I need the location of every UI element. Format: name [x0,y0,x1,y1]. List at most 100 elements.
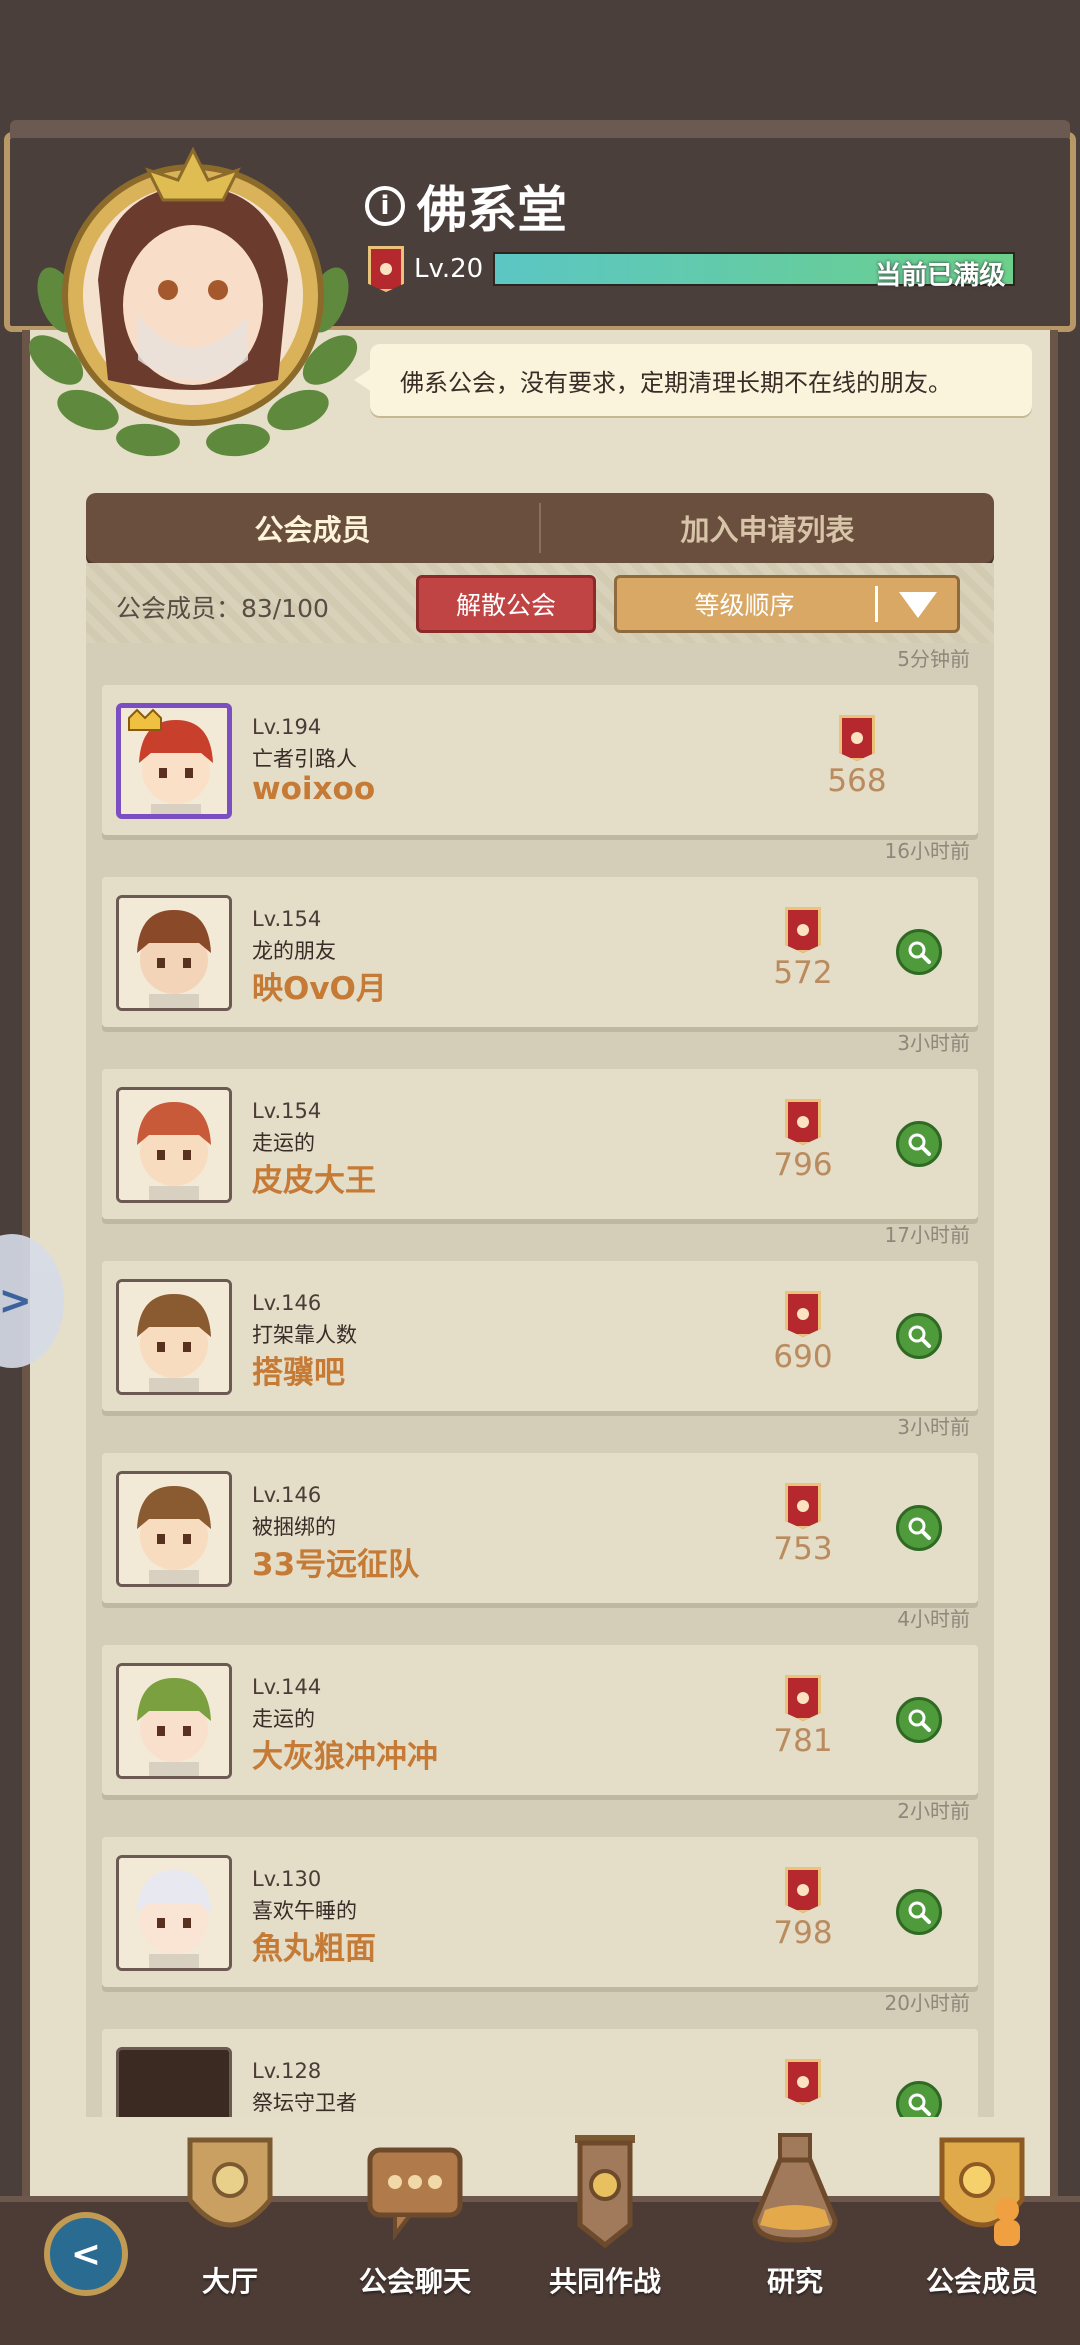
member-row[interactable]: Lv.146 被捆绑的 33号远征队 753 [102,1453,978,1603]
search-icon [908,1901,931,1924]
search-icon [908,1709,931,1732]
disband-guild-button[interactable]: 解散公会 [416,575,596,633]
pixel-character-icon [119,898,229,1008]
last-online-time: 2小时前 [897,1799,970,1823]
nav-item-joint-battle[interactable]: 共同作战 [535,2120,675,2320]
pixel-character-icon [119,1666,229,1776]
member-name: 33号远征队 [252,1547,420,1583]
view-member-button[interactable] [896,1889,942,1935]
member-level: Lv.146 [252,1291,322,1315]
last-online-time: 20小时前 [884,1991,970,2015]
view-member-button[interactable] [896,929,942,975]
member-count: 公会成员：83/100 [116,594,329,623]
member-row[interactable]: Lv.128 祭坛守卫者 [102,2029,978,2117]
member-title: 祭坛守卫者 [252,2091,357,2115]
member-title: 龙的朋友 [252,939,336,963]
nav-label-guild-members: 公会成员 [925,2265,1038,2298]
member-avatar[interactable] [116,703,232,819]
back-button[interactable]: < [44,2212,128,2296]
member-contribution [748,2059,858,2107]
member-avatar[interactable] [116,1471,232,1587]
guild-banner-icon [785,1483,821,1529]
member-avatar[interactable] [116,895,232,1011]
member-contribution-value: 798 [773,1915,833,1951]
search-icon [908,2093,931,2116]
member-level: Lv.144 [252,1675,322,1699]
guild-title: i 佛系堂 [365,170,567,242]
nav-item-guild-chat[interactable]: 公会聊天 [345,2120,485,2320]
member-avatar[interactable] [116,1087,232,1203]
member-contribution-value: 568 [827,763,887,799]
guild-banner-icon [785,1291,821,1337]
guild-banner-icon [785,1099,821,1145]
guild-banner-icon [785,907,821,953]
member-level: Lv.154 [252,907,322,931]
member-title: 打架靠人数 [252,1323,357,1347]
nav-item-hall[interactable]: 大厅 [160,2120,300,2320]
tab-join-requests[interactable]: 加入申请列表 [541,493,994,563]
pixel-character-icon [119,1282,229,1392]
member-contribution-value: 753 [773,1531,833,1567]
view-member-button[interactable] [896,1697,942,1743]
member-contribution: 568 [802,715,912,799]
member-tabs: 公会成员 加入申请列表 [86,493,994,563]
laurel-wreath-icon [28,146,358,457]
view-member-button[interactable] [896,1313,942,1359]
search-icon [908,1133,931,1156]
tab-guild-members[interactable]: 公会成员 [86,493,539,563]
info-icon[interactable]: i [365,186,405,226]
view-member-button[interactable] [896,1121,942,1167]
pixel-character-icon [119,1858,229,1968]
member-avatar[interactable] [116,1279,232,1395]
member-title: 走运的 [252,1707,315,1731]
guild-avatar[interactable] [28,130,358,460]
guild-xp-bar: 当前已满级 [493,252,1016,291]
member-title: 被捆绑的 [252,1515,336,1539]
last-online-time: 3小时前 [897,1031,970,1055]
guild-name: 佛系堂 [417,181,567,239]
guild-banner-icon [368,246,404,292]
member-level: Lv.130 [252,1867,322,1891]
member-contribution-value: 690 [773,1339,833,1375]
battle-banner-icon [575,2135,635,2249]
nav-label-hall: 大厅 [201,2265,258,2298]
guild-banner-icon [785,1675,821,1721]
member-title: 喜欢午睡的 [252,1899,357,1923]
pixel-character-icon [119,1474,229,1584]
member-row[interactable]: Lv.194 亡者引路人 woixoo 568 [102,685,978,835]
nav-item-guild-members[interactable]: 公会成员 [912,2120,1052,2320]
member-level: Lv.194 [252,715,322,739]
guild-level-row: Lv.20 当前已满级 [368,246,1016,292]
member-contribution-value: 572 [773,955,833,991]
nav-item-research[interactable]: 研究 [725,2120,865,2320]
last-online-time: 4小时前 [897,1607,970,1631]
chat-icon [367,2147,463,2241]
member-row[interactable]: Lv.146 打架靠人数 搭骥吧 690 [102,1261,978,1411]
member-name: 皮皮大王 [252,1163,376,1199]
guild-level: Lv.20 [414,254,484,284]
member-row[interactable]: Lv.130 喜欢午睡的 魚丸粗面 798 [102,1837,978,1987]
member-row[interactable]: Lv.154 龙的朋友 映OvO月 572 [102,877,978,1027]
member-avatar[interactable] [116,2047,232,2117]
search-icon [908,941,931,964]
members-icon [939,2137,1025,2246]
member-title: 亡者引路人 [252,747,357,771]
chevron-right-icon: > [0,1278,32,1324]
member-avatar[interactable] [116,1663,232,1779]
sort-dropdown[interactable]: 等级顺序 [614,575,960,633]
guild-description: 佛系公会，没有要求，定期清理长期不在线的朋友。 [354,344,1032,416]
chevron-down-icon[interactable] [899,592,937,618]
member-list[interactable]: 5分钟前 Lv.194 亡者引路人 woixoo 568 16小时前 Lv.154 龙的朋友映… [86,643,994,2117]
view-member-button[interactable] [896,1505,942,1551]
member-contribution: 798 [748,1867,858,1951]
member-contribution: 753 [748,1483,858,1567]
member-row[interactable]: Lv.144 走运的 大灰狼冲冲冲 781 [102,1645,978,1795]
last-online-time: 3小时前 [897,1415,970,1439]
view-member-button[interactable] [896,2081,942,2117]
member-row[interactable]: Lv.154 走运的 皮皮大王 796 [102,1069,978,1219]
member-avatar[interactable] [116,1855,232,1971]
pixel-character-icon [119,1090,229,1200]
guild-banner-icon [839,715,875,761]
last-online-time: 16小时前 [884,839,970,863]
nav-label-research: 研究 [766,2265,823,2298]
